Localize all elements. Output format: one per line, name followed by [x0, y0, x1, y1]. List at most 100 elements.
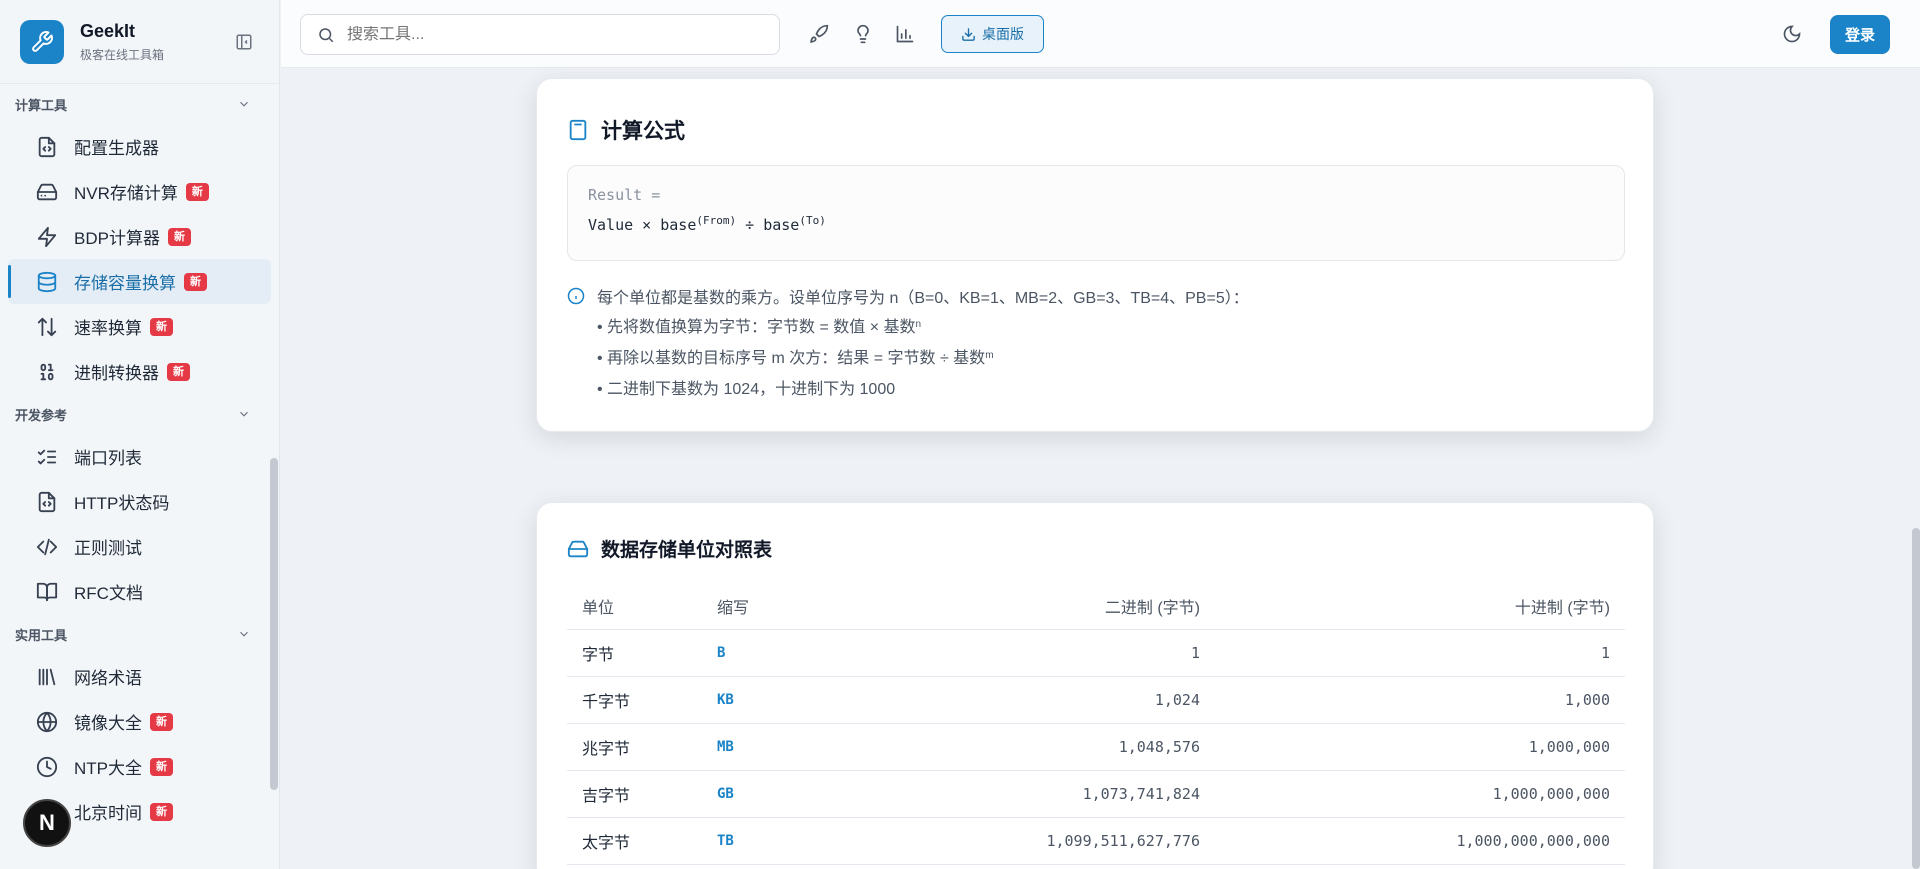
sidebar-item[interactable]: 镜像大全新: [8, 699, 271, 744]
sidebar-item-label: NVR存储计算: [74, 184, 178, 203]
sidebar-item-label: 进制转换器: [74, 364, 159, 383]
calculator-icon: [569, 119, 587, 141]
sidebar-item-label: 正则测试: [74, 539, 142, 558]
search-icon: [319, 27, 334, 42]
sidebar-item[interactable]: HTTP状态码: [8, 479, 271, 524]
sidebar-scrollbar[interactable]: [270, 458, 278, 790]
arrow-up-down-icon: [36, 316, 58, 338]
wrench-logo-icon[interactable]: [20, 19, 64, 64]
sidebar-nav: 计算工具 配置生成器 NVR存储计算新 BDP计算器新存储容量换算新速率换算新进制转换…: [0, 84, 279, 834]
search-input[interactable]: [347, 25, 747, 44]
sidebar-section-header[interactable]: 计算工具: [0, 84, 279, 124]
cell-unit: 千字节: [567, 676, 702, 724]
col-decimal: 十进制 (字节): [1215, 583, 1625, 630]
sidebar-item[interactable]: 网络术语: [8, 654, 271, 699]
bullet-3: • 二进制下基数为 1024，十进制下为 1000: [597, 380, 896, 398]
formula-box: Result = Value × base(From) ÷ base(To): [567, 165, 1625, 261]
section-title: 实用工具: [15, 627, 68, 643]
sidebar-collapse-icon[interactable]: [235, 33, 253, 51]
table-row: 兆字节 MB 1,048,576 1,000,000: [567, 723, 1625, 771]
hard-drive-icon: [567, 540, 589, 557]
hard-drive-icon: [36, 181, 58, 203]
table-row: 吉字节 GB 1,073,741,824 1,000,000,000: [567, 770, 1625, 818]
sidebar: GeekIt 极客在线工具箱 计算工具 配置生成器 NVR存储计算新 BDP计算器新存…: [0, 0, 280, 869]
cell-binary: 1,024: [852, 676, 1215, 724]
section-title: 计算工具: [15, 97, 68, 113]
cell-abbr: GB: [702, 770, 852, 818]
info-icon: [567, 287, 585, 305]
moon-icon[interactable]: [1782, 24, 1802, 44]
code-icon: [36, 536, 58, 558]
topbar: 桌面版 登录: [281, 0, 1920, 68]
cell-abbr: B: [702, 629, 852, 677]
sidebar-item[interactable]: 进制转换器新: [8, 349, 271, 394]
formula-card: 计算公式 Result = Value × base(From) ÷ base(…: [536, 78, 1654, 432]
sidebar-item[interactable]: NTP大全新: [8, 744, 271, 789]
cell-abbr: TB: [702, 817, 852, 865]
search-box[interactable]: [300, 14, 780, 55]
cell-abbr: KB: [702, 676, 852, 724]
floating-n-button[interactable]: N: [23, 799, 71, 847]
sidebar-item-label: 存储容量换算: [74, 274, 176, 293]
brand-name: GeekIt: [80, 20, 136, 41]
cell-binary: 1: [852, 629, 1215, 677]
new-badge: 新: [167, 362, 190, 381]
col-unit: 单位: [567, 583, 702, 630]
cell-decimal: 1,000: [1215, 676, 1625, 724]
new-badge: 新: [184, 272, 207, 291]
sidebar-item-label: 速率换算: [74, 319, 142, 338]
sidebar-item[interactable]: RFC文档: [8, 569, 271, 614]
sidebar-item-label: HTTP状态码: [74, 494, 170, 513]
brand-subtitle: 极客在线工具箱: [80, 47, 165, 62]
zap-icon: [36, 226, 58, 248]
database-icon: [36, 271, 58, 293]
cell-decimal: 1,000,000,000: [1215, 770, 1625, 818]
formula-line-1: Result =: [588, 186, 661, 204]
cell-unit: 太字节: [567, 817, 702, 865]
formula-line-2: Value × base(From) ÷ base(To): [588, 214, 826, 234]
binary-icon: [36, 361, 58, 383]
sidebar-item[interactable]: 速率换算新: [8, 304, 271, 349]
sidebar-item-label: NTP大全: [74, 759, 142, 778]
sidebar-section-header[interactable]: 开发参考: [0, 394, 279, 434]
sidebar-item-label: BDP计算器: [74, 229, 160, 248]
file-code-icon: [36, 491, 58, 513]
sidebar-item[interactable]: BDP计算器新: [8, 214, 271, 259]
sidebar-item[interactable]: 端口列表: [8, 434, 271, 479]
table-card-title: 数据存储单位对照表: [601, 540, 773, 561]
section-title: 开发参考: [15, 407, 68, 423]
rocket-icon[interactable]: [809, 24, 829, 44]
list-checks-icon: [36, 446, 58, 468]
col-abbr: 缩写: [702, 583, 852, 630]
lightbulb-icon[interactable]: [853, 24, 873, 44]
library-icon: [36, 666, 58, 688]
cell-decimal: 1,000,000,000,000: [1215, 817, 1625, 865]
globe-icon: [36, 711, 58, 733]
sidebar-item-label: 北京时间: [74, 804, 142, 823]
sidebar-item[interactable]: 存储容量换算新: [8, 259, 271, 304]
formula-explanation: 每个单位都是基数的乘方。设单位序号为 n（B=0、KB=1、MB=2、GB=3、…: [567, 283, 1249, 402]
table-row: 太字节 TB 1,099,511,627,776 1,000,000,000,000: [567, 817, 1625, 865]
sidebar-item[interactable]: NVR存储计算新: [8, 169, 271, 214]
storage-unit-table: 单位 缩写 二进制 (字节) 十进制 (字节) 字节 B 1 1 千字节 KB 1,024 1…: [567, 583, 1625, 865]
table-row: 字节 B 1 1: [567, 629, 1625, 677]
cell-unit: 兆字节: [567, 723, 702, 771]
desktop-version-button[interactable]: 桌面版: [941, 15, 1044, 53]
page-scrollbar[interactable]: [1912, 528, 1920, 869]
sidebar-item[interactable]: 配置生成器: [8, 124, 271, 169]
storage-unit-table-card: 数据存储单位对照表 单位 缩写 二进制 (字节) 十进制 (字节) 字节 B 1 1 千…: [536, 502, 1654, 869]
bar-chart-icon[interactable]: [895, 24, 915, 44]
cell-unit: 字节: [567, 629, 702, 677]
download-icon: [962, 27, 975, 41]
sidebar-item[interactable]: 正则测试: [8, 524, 271, 569]
login-button[interactable]: 登录: [1830, 15, 1890, 54]
sidebar-section-header[interactable]: 实用工具: [0, 614, 279, 654]
new-badge: 新: [150, 712, 173, 731]
info-text: 每个单位都是基数的乘方。设单位序号为 n（B=0、KB=1、MB=2、GB=3、…: [597, 290, 1249, 307]
new-badge: 新: [167, 227, 191, 246]
cell-binary: 1,099,511,627,776: [852, 817, 1215, 865]
brand-header: GeekIt 极客在线工具箱: [0, 0, 279, 84]
new-badge: 新: [150, 757, 173, 776]
new-badge: 新: [150, 802, 173, 821]
col-binary: 二进制 (字节): [852, 583, 1215, 630]
